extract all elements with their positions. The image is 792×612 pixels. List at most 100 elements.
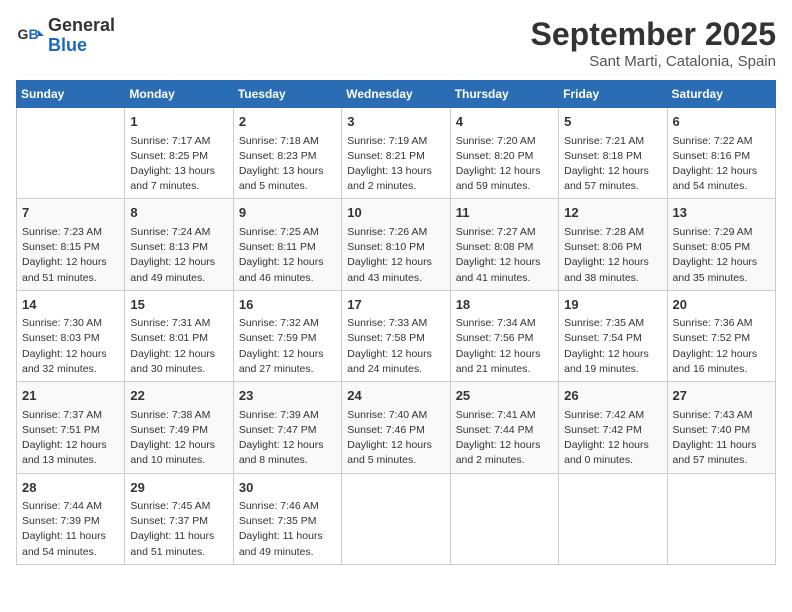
calendar-cell: 12Sunrise: 7:28 AM Sunset: 8:06 PM Dayli…	[559, 199, 667, 290]
day-of-week-header: Thursday	[450, 81, 558, 108]
day-number: 8	[130, 203, 227, 223]
calendar-cell: 18Sunrise: 7:34 AM Sunset: 7:56 PM Dayli…	[450, 290, 558, 381]
day-number: 15	[130, 295, 227, 315]
calendar-cell: 22Sunrise: 7:38 AM Sunset: 7:49 PM Dayli…	[125, 382, 233, 473]
cell-content: Sunrise: 7:21 AM Sunset: 8:18 PM Dayligh…	[564, 134, 661, 195]
cell-content: Sunrise: 7:23 AM Sunset: 8:15 PM Dayligh…	[22, 225, 119, 286]
cell-content: Sunrise: 7:38 AM Sunset: 7:49 PM Dayligh…	[130, 408, 227, 469]
calendar-week-row: 7Sunrise: 7:23 AM Sunset: 8:15 PM Daylig…	[17, 199, 776, 290]
day-of-week-header: Tuesday	[233, 81, 341, 108]
cell-content: Sunrise: 7:20 AM Sunset: 8:20 PM Dayligh…	[456, 134, 553, 195]
logo: G B General Blue	[16, 16, 115, 56]
calendar-body: 1Sunrise: 7:17 AM Sunset: 8:25 PM Daylig…	[17, 108, 776, 565]
calendar-cell: 7Sunrise: 7:23 AM Sunset: 8:15 PM Daylig…	[17, 199, 125, 290]
day-of-week-header: Saturday	[667, 81, 775, 108]
cell-content: Sunrise: 7:40 AM Sunset: 7:46 PM Dayligh…	[347, 408, 444, 469]
day-of-week-header: Sunday	[17, 81, 125, 108]
calendar-cell: 27Sunrise: 7:43 AM Sunset: 7:40 PM Dayli…	[667, 382, 775, 473]
day-number: 18	[456, 295, 553, 315]
cell-content: Sunrise: 7:28 AM Sunset: 8:06 PM Dayligh…	[564, 225, 661, 286]
location-title: Sant Marti, Catalonia, Spain	[531, 53, 776, 70]
svg-text:B: B	[28, 26, 38, 42]
day-number: 21	[22, 386, 119, 406]
cell-content: Sunrise: 7:39 AM Sunset: 7:47 PM Dayligh…	[239, 408, 336, 469]
calendar-cell: 3Sunrise: 7:19 AM Sunset: 8:21 PM Daylig…	[342, 108, 450, 199]
day-of-week-header: Wednesday	[342, 81, 450, 108]
logo-text: General Blue	[48, 16, 115, 56]
cell-content: Sunrise: 7:37 AM Sunset: 7:51 PM Dayligh…	[22, 408, 119, 469]
calendar-cell: 24Sunrise: 7:40 AM Sunset: 7:46 PM Dayli…	[342, 382, 450, 473]
day-number: 29	[130, 478, 227, 498]
cell-content: Sunrise: 7:46 AM Sunset: 7:35 PM Dayligh…	[239, 499, 336, 560]
day-number: 12	[564, 203, 661, 223]
cell-content: Sunrise: 7:27 AM Sunset: 8:08 PM Dayligh…	[456, 225, 553, 286]
cell-content: Sunrise: 7:35 AM Sunset: 7:54 PM Dayligh…	[564, 316, 661, 377]
calendar-cell	[559, 473, 667, 564]
day-of-week-header: Friday	[559, 81, 667, 108]
day-number: 10	[347, 203, 444, 223]
title-area: September 2025 Sant Marti, Catalonia, Sp…	[531, 16, 776, 70]
calendar-cell: 10Sunrise: 7:26 AM Sunset: 8:10 PM Dayli…	[342, 199, 450, 290]
calendar-header-row: SundayMondayTuesdayWednesdayThursdayFrid…	[17, 81, 776, 108]
cell-content: Sunrise: 7:36 AM Sunset: 7:52 PM Dayligh…	[673, 316, 770, 377]
cell-content: Sunrise: 7:26 AM Sunset: 8:10 PM Dayligh…	[347, 225, 444, 286]
calendar-cell: 4Sunrise: 7:20 AM Sunset: 8:20 PM Daylig…	[450, 108, 558, 199]
calendar-cell: 17Sunrise: 7:33 AM Sunset: 7:58 PM Dayli…	[342, 290, 450, 381]
month-title: September 2025	[531, 16, 776, 53]
day-number: 3	[347, 112, 444, 132]
day-number: 9	[239, 203, 336, 223]
day-of-week-header: Monday	[125, 81, 233, 108]
calendar-cell: 11Sunrise: 7:27 AM Sunset: 8:08 PM Dayli…	[450, 199, 558, 290]
calendar-cell	[667, 473, 775, 564]
cell-content: Sunrise: 7:17 AM Sunset: 8:25 PM Dayligh…	[130, 134, 227, 195]
calendar-week-row: 21Sunrise: 7:37 AM Sunset: 7:51 PM Dayli…	[17, 382, 776, 473]
day-number: 14	[22, 295, 119, 315]
calendar-cell: 30Sunrise: 7:46 AM Sunset: 7:35 PM Dayli…	[233, 473, 341, 564]
cell-content: Sunrise: 7:18 AM Sunset: 8:23 PM Dayligh…	[239, 134, 336, 195]
day-number: 17	[347, 295, 444, 315]
cell-content: Sunrise: 7:43 AM Sunset: 7:40 PM Dayligh…	[673, 408, 770, 469]
calendar-cell: 26Sunrise: 7:42 AM Sunset: 7:42 PM Dayli…	[559, 382, 667, 473]
calendar-cell: 6Sunrise: 7:22 AM Sunset: 8:16 PM Daylig…	[667, 108, 775, 199]
calendar-cell: 2Sunrise: 7:18 AM Sunset: 8:23 PM Daylig…	[233, 108, 341, 199]
calendar-week-row: 14Sunrise: 7:30 AM Sunset: 8:03 PM Dayli…	[17, 290, 776, 381]
calendar-cell: 1Sunrise: 7:17 AM Sunset: 8:25 PM Daylig…	[125, 108, 233, 199]
calendar-cell: 8Sunrise: 7:24 AM Sunset: 8:13 PM Daylig…	[125, 199, 233, 290]
svg-text:G: G	[18, 26, 29, 42]
calendar-cell: 13Sunrise: 7:29 AM Sunset: 8:05 PM Dayli…	[667, 199, 775, 290]
day-number: 23	[239, 386, 336, 406]
day-number: 25	[456, 386, 553, 406]
calendar-cell: 19Sunrise: 7:35 AM Sunset: 7:54 PM Dayli…	[559, 290, 667, 381]
day-number: 11	[456, 203, 553, 223]
day-number: 16	[239, 295, 336, 315]
calendar-cell: 21Sunrise: 7:37 AM Sunset: 7:51 PM Dayli…	[17, 382, 125, 473]
calendar-cell	[450, 473, 558, 564]
day-number: 4	[456, 112, 553, 132]
day-number: 27	[673, 386, 770, 406]
page-header: G B General Blue September 2025 Sant Mar…	[16, 16, 776, 70]
cell-content: Sunrise: 7:32 AM Sunset: 7:59 PM Dayligh…	[239, 316, 336, 377]
calendar-cell: 5Sunrise: 7:21 AM Sunset: 8:18 PM Daylig…	[559, 108, 667, 199]
day-number: 5	[564, 112, 661, 132]
day-number: 26	[564, 386, 661, 406]
calendar-cell: 9Sunrise: 7:25 AM Sunset: 8:11 PM Daylig…	[233, 199, 341, 290]
day-number: 7	[22, 203, 119, 223]
calendar-week-row: 1Sunrise: 7:17 AM Sunset: 8:25 PM Daylig…	[17, 108, 776, 199]
cell-content: Sunrise: 7:44 AM Sunset: 7:39 PM Dayligh…	[22, 499, 119, 560]
calendar-cell: 16Sunrise: 7:32 AM Sunset: 7:59 PM Dayli…	[233, 290, 341, 381]
calendar-cell: 23Sunrise: 7:39 AM Sunset: 7:47 PM Dayli…	[233, 382, 341, 473]
cell-content: Sunrise: 7:31 AM Sunset: 8:01 PM Dayligh…	[130, 316, 227, 377]
cell-content: Sunrise: 7:33 AM Sunset: 7:58 PM Dayligh…	[347, 316, 444, 377]
cell-content: Sunrise: 7:24 AM Sunset: 8:13 PM Dayligh…	[130, 225, 227, 286]
calendar-cell: 15Sunrise: 7:31 AM Sunset: 8:01 PM Dayli…	[125, 290, 233, 381]
calendar-cell	[342, 473, 450, 564]
day-number: 22	[130, 386, 227, 406]
day-number: 24	[347, 386, 444, 406]
day-number: 13	[673, 203, 770, 223]
calendar-table: SundayMondayTuesdayWednesdayThursdayFrid…	[16, 80, 776, 565]
day-number: 28	[22, 478, 119, 498]
day-number: 1	[130, 112, 227, 132]
day-number: 30	[239, 478, 336, 498]
calendar-cell: 14Sunrise: 7:30 AM Sunset: 8:03 PM Dayli…	[17, 290, 125, 381]
calendar-week-row: 28Sunrise: 7:44 AM Sunset: 7:39 PM Dayli…	[17, 473, 776, 564]
